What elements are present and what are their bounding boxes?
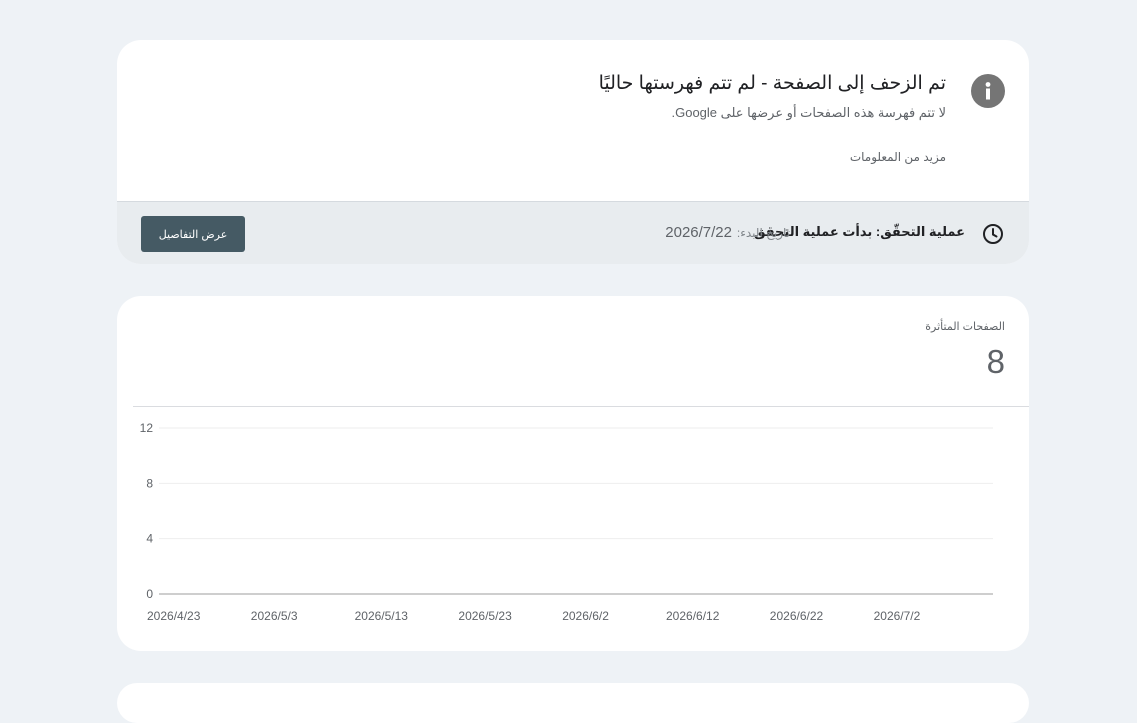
y-tick-label: 0 (146, 587, 153, 601)
clock-icon (982, 223, 1004, 245)
x-tick-label: 2026/5/13 (355, 609, 409, 623)
affected-pages-count: 8 (986, 343, 1005, 380)
y-tick-label: 4 (146, 532, 153, 546)
status-description: لا تتم فهرسة هذه الصفحات أو عرضها على Go… (671, 105, 946, 120)
x-tick-label: 2026/7/2 (874, 609, 921, 623)
affected-pages-chart: 0 4 8 12 2026/4/23 2026/5/3 2026/5/13 2026/5/23… (140, 421, 993, 623)
validation-bar: عملية التحقّق: بدأت عملية التحقق تاريخ ا… (117, 201, 1029, 264)
y-tick-label: 8 (146, 476, 153, 490)
y-tick-label: 12 (140, 421, 154, 435)
x-tick-label: 2026/4/23 (147, 609, 201, 623)
status-card: تم الزحف إلى الصفحة - لم تتم فهرستها حال… (117, 40, 1029, 264)
x-tick-label: 2026/6/12 (666, 609, 720, 623)
x-tick-label: 2026/6/2 (562, 609, 609, 623)
start-date-label: تاريخ البدء: (736, 226, 790, 240)
status-title: تم الزحف إلى الصفحة - لم تتم فهرستها حال… (598, 73, 946, 94)
status-header: تم الزحف إلى الصفحة - لم تتم فهرستها حال… (117, 40, 1029, 201)
x-tick-label: 2026/5/23 (458, 609, 512, 623)
x-tick-label: 2026/6/22 (770, 609, 824, 623)
affected-pages-card: الصفحات المتأثرة 8 0 4 8 12 2026/4/23 2026/5/… (117, 296, 1029, 651)
info-icon (971, 74, 1005, 108)
next-card (117, 683, 1029, 723)
start-date-value: 2026/7/22 (665, 224, 732, 241)
learn-more-link[interactable]: مزيد من المعلومات (850, 150, 946, 164)
affected-pages-label: الصفحات المتأثرة (925, 321, 1005, 333)
x-tick-label: 2026/5/3 (251, 609, 298, 623)
see-details-button[interactable]: عرض التفاصيل (141, 216, 245, 252)
